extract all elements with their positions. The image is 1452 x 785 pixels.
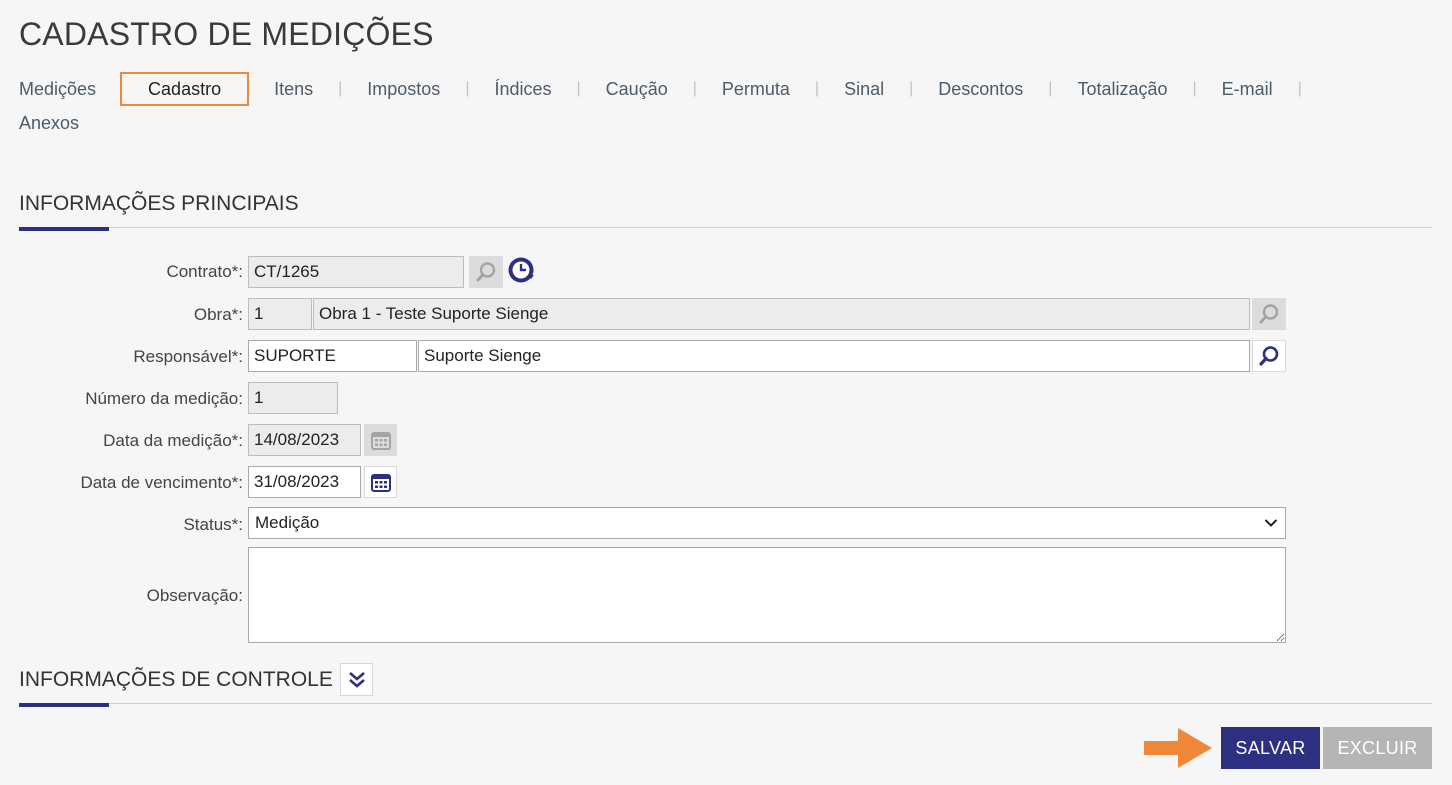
responsavel-name-field[interactable]: Suporte Sienge	[418, 340, 1250, 372]
status-select[interactable]: Medição	[248, 507, 1286, 539]
tab-itens[interactable]: Itens	[274, 79, 313, 100]
tab-permuta[interactable]: Permuta	[722, 79, 790, 100]
section-accent	[19, 227, 109, 231]
arrow-right-icon	[1144, 728, 1212, 768]
tab-separator: |	[338, 80, 343, 97]
section-main-title: INFORMAÇÕES PRINCIPAIS	[19, 192, 299, 215]
tab-anexos[interactable]: Anexos	[19, 113, 79, 134]
section-control-title: INFORMAÇÕES DE CONTROLE	[19, 668, 333, 691]
section-main-header: INFORMAÇÕES PRINCIPAIS	[19, 190, 1432, 234]
section-control-header: INFORMAÇÕES DE CONTROLE	[19, 666, 1432, 710]
tab-impostos[interactable]: Impostos	[367, 79, 440, 100]
page-title: CADASTRO DE MEDIÇÕES	[19, 16, 434, 52]
tab-separator: |	[909, 80, 914, 97]
search-obra-button[interactable]	[1252, 298, 1286, 330]
tab-caucao[interactable]: Caução	[606, 79, 668, 100]
tab-descontos[interactable]: Descontos	[938, 79, 1023, 100]
obra-label: Obra*:	[193, 305, 243, 324]
section-divider	[19, 703, 1432, 704]
expand-control-button[interactable]	[340, 663, 373, 696]
calendar-icon	[370, 474, 391, 492]
tab-separator: |	[1192, 80, 1197, 97]
obra-code-field[interactable]: 1	[248, 298, 312, 330]
double-chevron-down-icon	[348, 671, 365, 688]
responsavel-label: Responsável*:	[133, 347, 243, 366]
save-button[interactable]: SALVAR	[1221, 727, 1320, 769]
tab-medicoes[interactable]: Medições	[19, 79, 96, 100]
tab-totalizacao[interactable]: Totalização	[1077, 79, 1167, 100]
contrato-label: Contrato*:	[166, 262, 243, 281]
tab-separator: |	[814, 80, 820, 97]
tab-cadastro[interactable]: Cadastro	[120, 72, 250, 106]
tab-indices[interactable]: Índices	[494, 79, 551, 100]
contrato-field[interactable]: CT/1265	[248, 256, 464, 288]
tab-separator: |	[576, 80, 581, 97]
numero-field[interactable]: 1	[248, 382, 338, 414]
calendar-medicao-button[interactable]	[364, 424, 397, 456]
data-medicao-field[interactable]: 14/08/2023	[248, 424, 361, 456]
numero-label: Número da medição:	[85, 389, 243, 408]
observacao-label: Observação:	[146, 586, 243, 605]
search-icon	[1259, 346, 1279, 366]
data-medicao-label: Data da medição*:	[103, 431, 243, 450]
tab-separator: |	[1048, 80, 1053, 97]
clock-icon	[508, 257, 534, 283]
tab-email[interactable]: E-mail	[1222, 79, 1273, 100]
data-vencimento-field[interactable]: 31/08/2023	[248, 466, 361, 498]
section-accent	[19, 703, 109, 707]
tab-separator: |	[1297, 80, 1302, 97]
status-label: Status*:	[183, 515, 243, 534]
search-icon	[1259, 304, 1279, 324]
calendar-vencimento-button[interactable]	[364, 466, 397, 498]
tab-separator: |	[465, 80, 470, 97]
chevron-down-icon	[1264, 519, 1278, 527]
search-responsavel-button[interactable]	[1252, 340, 1286, 372]
status-select-value: Medição	[255, 513, 320, 532]
delete-button[interactable]: EXCLUIR	[1323, 727, 1432, 769]
tab-bar: Medições Cadastro Itens | Impostos | Índ…	[19, 72, 1319, 138]
history-button[interactable]	[505, 254, 537, 286]
observacao-textarea[interactable]	[248, 547, 1286, 643]
data-vencimento-label: Data de vencimento*:	[80, 473, 243, 492]
obra-name-field[interactable]: Obra 1 - Teste Suporte Sienge	[313, 298, 1250, 330]
search-contrato-button[interactable]	[469, 256, 503, 288]
calendar-icon	[370, 432, 391, 450]
tab-separator: |	[692, 80, 697, 97]
responsavel-code-field[interactable]: SUPORTE	[248, 340, 417, 372]
tab-sinal[interactable]: Sinal	[844, 79, 884, 100]
search-icon	[476, 262, 496, 282]
section-divider	[19, 227, 1432, 228]
